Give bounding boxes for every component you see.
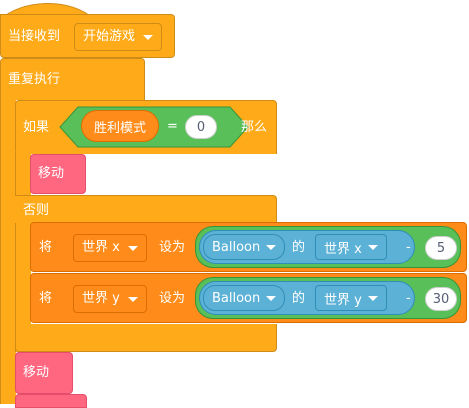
minus-operator: - — [406, 240, 411, 255]
set-world-y-block[interactable]: 将 世界 y 设为 Balloon 的 世界 y - 30 — [30, 273, 467, 323]
sprite-dropdown-balloon-value: Balloon — [212, 290, 261, 306]
chevron-down-icon — [367, 295, 378, 301]
chevron-down-icon — [367, 244, 378, 250]
if-left-arm — [15, 152, 31, 352]
to-label: 设为 — [159, 240, 186, 255]
sprite-dropdown-balloon[interactable]: Balloon — [203, 285, 286, 311]
chevron-down-icon — [266, 244, 277, 250]
message-dropdown[interactable]: 开始游戏 — [74, 23, 163, 51]
subtract-amount-text: 30 — [432, 291, 450, 307]
property-dropdown-world-y-value: 世界 y — [324, 292, 362, 308]
set-label: 将 — [39, 240, 53, 255]
of-label: 的 — [292, 291, 306, 306]
subtract-amount-input[interactable]: 5 — [425, 236, 457, 260]
if-label: 如果 — [23, 120, 50, 135]
move-block-next-peek[interactable] — [15, 394, 87, 408]
variable-dropdown-world-x[interactable]: 世界 x — [73, 234, 147, 262]
move-block-after[interactable]: 移动 — [15, 352, 73, 394]
else-label: 否则 — [23, 203, 50, 218]
victory-mode-variable-reporter[interactable]: 胜利模式 — [81, 110, 159, 142]
variable-dropdown-world-y[interactable]: 世界 y — [73, 285, 147, 313]
if-bottom-bar — [15, 324, 277, 352]
minus-operator: - — [406, 291, 411, 306]
property-dropdown-world-x-value: 世界 x — [324, 241, 362, 257]
variable-dropdown-world-y-value: 世界 y — [82, 291, 120, 306]
property-dropdown-world-x[interactable]: 世界 x — [315, 234, 387, 260]
to-label: 设为 — [159, 291, 186, 306]
condition-value-text: 0 — [196, 119, 206, 135]
chevron-down-icon — [127, 245, 138, 251]
sprite-dropdown-balloon-value: Balloon — [212, 239, 261, 255]
then-label: 那么 — [241, 120, 268, 135]
property-dropdown-world-y[interactable]: 世界 y — [315, 285, 387, 311]
condition-value-input[interactable]: 0 — [185, 115, 217, 139]
set-label: 将 — [39, 291, 53, 306]
forever-left-arm — [0, 98, 16, 404]
when-receive-label: 当接收到 — [8, 29, 61, 44]
chevron-down-icon — [266, 295, 277, 301]
variable-dropdown-world-x-value: 世界 x — [82, 240, 120, 255]
message-dropdown-value: 开始游戏 — [83, 29, 136, 44]
move-block-after-label: 移动 — [23, 365, 50, 380]
sprite-dropdown-balloon[interactable]: Balloon — [203, 234, 286, 260]
subtract-amount-input[interactable]: 30 — [425, 287, 457, 311]
set-world-x-block[interactable]: 将 世界 x 设为 Balloon 的 世界 x - 5 — [30, 222, 467, 272]
else-bar — [15, 195, 277, 223]
chevron-down-icon — [127, 296, 138, 302]
forever-label: 重复执行 — [8, 72, 61, 87]
chevron-down-icon — [143, 34, 154, 40]
of-label: 的 — [292, 240, 306, 255]
when-receive-hat-block[interactable]: 当接收到 开始游戏 — [0, 3, 175, 58]
move-block-then[interactable]: 移动 — [30, 154, 86, 194]
equals-operator: = — [167, 119, 178, 134]
subtract-amount-text: 5 — [436, 240, 446, 256]
victory-mode-variable-label: 胜利模式 — [93, 120, 146, 136]
move-block-then-label: 移动 — [38, 166, 65, 181]
